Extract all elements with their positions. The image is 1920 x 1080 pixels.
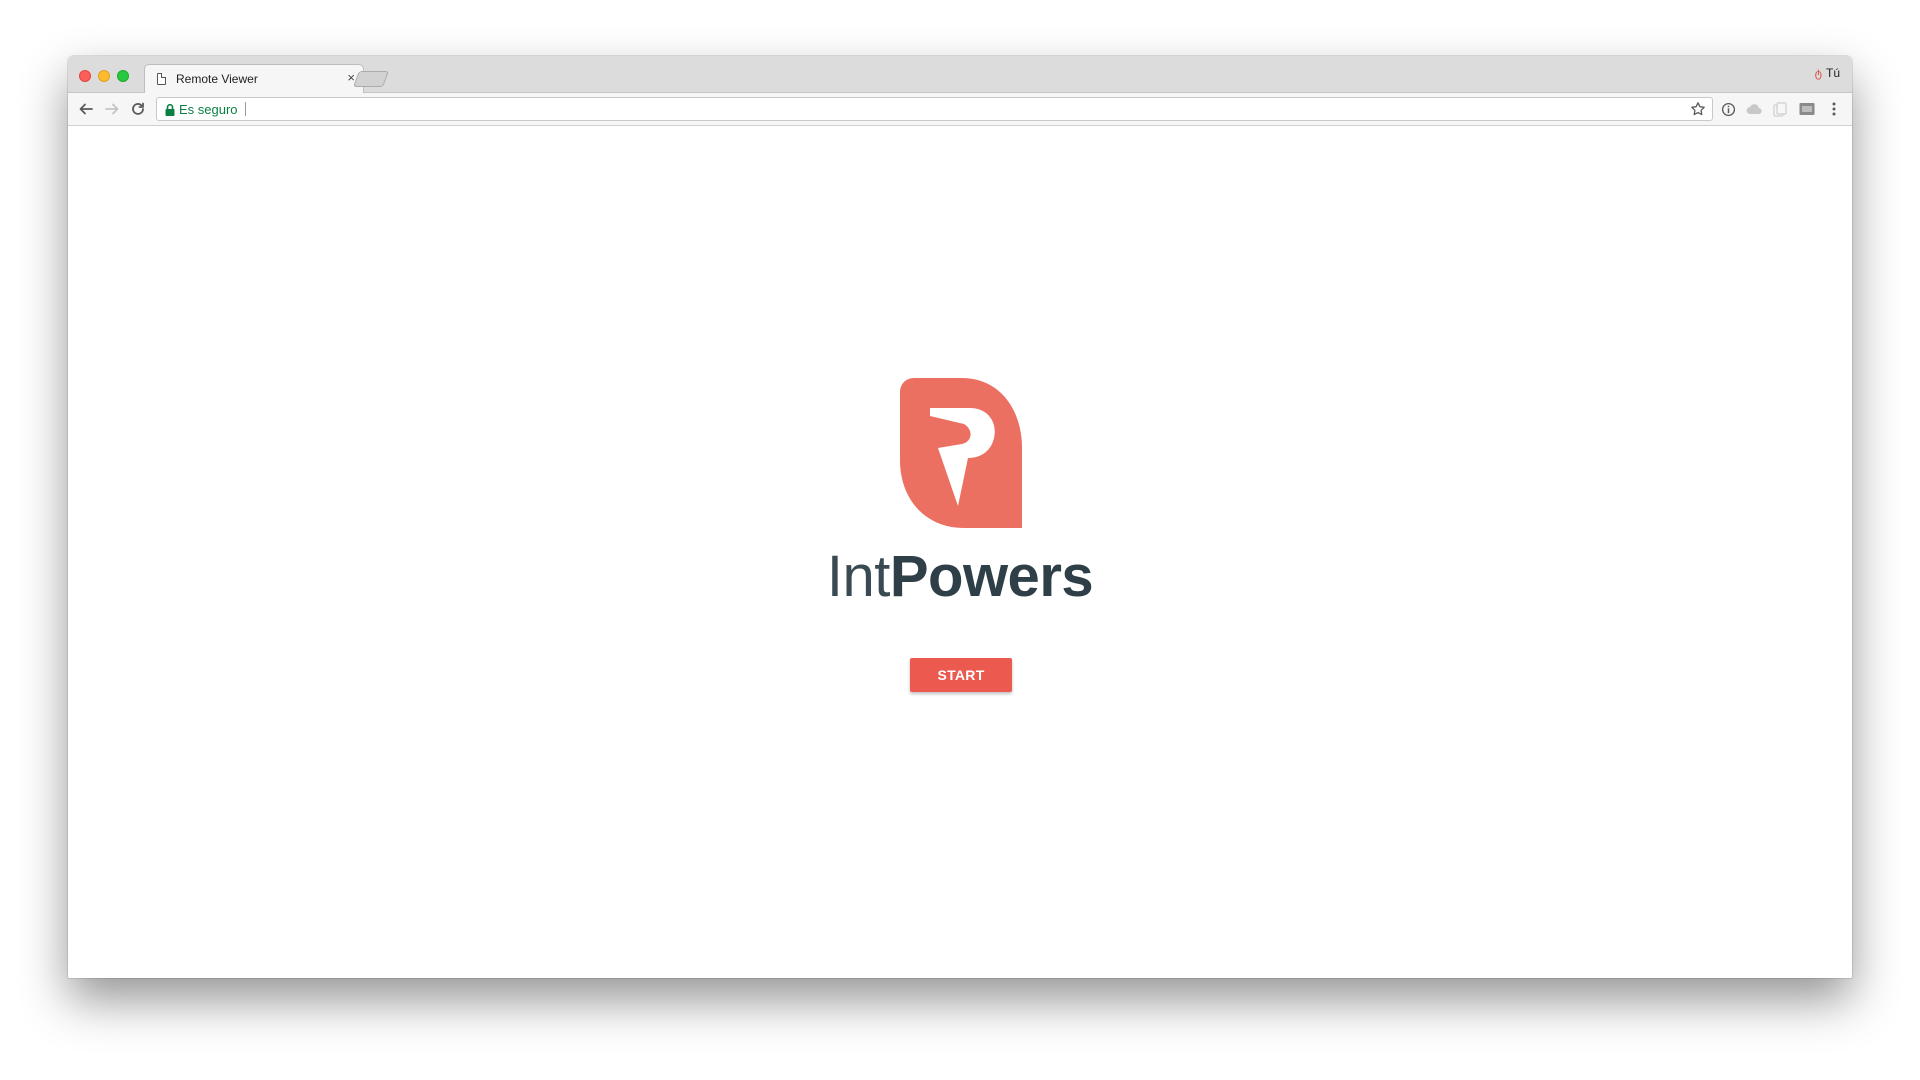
profile-button[interactable]: ტ Tú [1815, 66, 1840, 80]
address-bar[interactable]: Es seguro [156, 97, 1713, 121]
back-button[interactable] [74, 97, 98, 121]
arrow-right-icon [105, 103, 119, 115]
tab-strip: Remote Viewer × ტ Tú [68, 56, 1852, 94]
security-label: Es seguro [179, 102, 238, 117]
window-minimize-button[interactable] [98, 70, 110, 82]
cast-icon[interactable] [1799, 101, 1815, 117]
profile-icon: ტ [1814, 67, 1822, 80]
toolbar: Es seguro [68, 93, 1852, 126]
window-maximize-button[interactable] [117, 70, 129, 82]
page-icon [157, 73, 166, 85]
window-close-button[interactable] [79, 70, 91, 82]
tab-remote-viewer[interactable]: Remote Viewer × [144, 64, 364, 94]
star-icon[interactable] [1690, 101, 1706, 117]
brand-wordmark: IntPowers [68, 542, 1852, 612]
arrow-left-icon [79, 103, 93, 115]
more-vert-icon[interactable] [1826, 101, 1842, 117]
cloud-icon[interactable] [1746, 101, 1762, 117]
url-divider [245, 102, 246, 116]
new-tab-button[interactable] [353, 71, 389, 87]
reload-button[interactable] [126, 97, 150, 121]
tab-title: Remote Viewer [176, 72, 258, 86]
copy-icon[interactable] [1772, 101, 1788, 117]
reload-icon [132, 102, 144, 115]
wordmark-powers: Powers [889, 544, 1094, 609]
profile-label: Tú [1825, 66, 1840, 80]
intpowers-logo-mark [900, 378, 1022, 528]
lock-icon [165, 103, 175, 116]
info-icon[interactable] [1720, 101, 1736, 117]
page-viewport: IntPowers START [68, 126, 1852, 978]
forward-button[interactable] [100, 97, 124, 121]
start-button[interactable]: START [910, 658, 1012, 692]
browser-window: Remote Viewer × ტ Tú Es seguro IntPowers… [68, 56, 1852, 978]
wordmark-int: Int [826, 544, 891, 609]
